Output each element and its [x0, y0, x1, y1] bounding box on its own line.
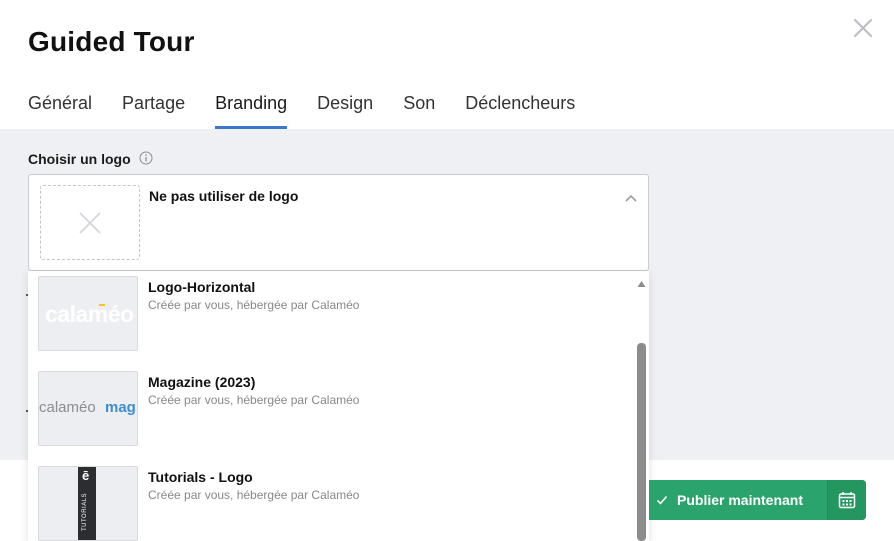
chevron-up-icon[interactable]: [625, 189, 637, 207]
logo-option[interactable]: calaméo Logo-Horizontal Créée par vous, …: [28, 271, 636, 366]
dialog-title: Guided Tour: [28, 26, 195, 57]
option-subtitle: Créée par vous, hébergée par Calaméo: [148, 393, 360, 407]
thumb-text-accent: mag: [105, 399, 136, 416]
thumb-text: calaméo: [45, 301, 134, 327]
option-subtitle: Créée par vous, hébergée par Calaméo: [148, 488, 360, 502]
scrollbar-thumb[interactable]: [637, 343, 646, 541]
schedule-button[interactable]: [828, 480, 866, 520]
no-logo-placeholder: [40, 185, 140, 260]
option-name: Magazine (2023): [148, 374, 256, 390]
logo-dropdown: calaméo Logo-Horizontal Créée par vous, …: [28, 271, 649, 541]
logo-thumbnail: calaméo: [38, 276, 138, 351]
tab-son[interactable]: Son: [403, 90, 435, 129]
tab-branding[interactable]: Branding: [215, 90, 288, 129]
option-subtitle: Créée par vous, hébergée par Calaméo: [148, 298, 360, 312]
tab-design[interactable]: Design: [317, 90, 373, 129]
tab-declencheurs[interactable]: Déclencheurs: [465, 90, 575, 129]
close-icon[interactable]: [852, 17, 874, 39]
check-icon: [656, 493, 668, 511]
thumb-strip: ē TUTORIALS: [78, 467, 96, 540]
scroll-up-arrow-icon[interactable]: [637, 275, 646, 293]
dialog-header: Guided Tour Général Partage Branding Des…: [0, 0, 894, 129]
no-logo-icon: [79, 212, 101, 234]
thumb-glyph: ē: [82, 468, 90, 483]
selected-logo-label: Ne pas utiliser de logo: [149, 188, 299, 204]
option-name: Logo-Horizontal: [148, 279, 256, 295]
info-icon[interactable]: [139, 151, 153, 165]
logo-thumbnail: calaméo mag: [38, 371, 138, 446]
option-name: Tutorials - Logo: [148, 469, 253, 485]
logo-option[interactable]: ē TUTORIALS Tutorials - Logo Créée par v…: [28, 461, 636, 541]
logo-picker-label: Choisir un logo: [28, 151, 131, 167]
tab-partage[interactable]: Partage: [122, 90, 185, 129]
tab-general[interactable]: Général: [28, 90, 92, 129]
calendar-icon: [838, 492, 856, 509]
tab-bar: Général Partage Branding Design Son Décl…: [28, 90, 575, 129]
logo-select[interactable]: Ne pas utiliser de logo: [28, 174, 649, 271]
logo-option[interactable]: calaméo mag Magazine (2023) Créée par vo…: [28, 366, 636, 461]
publish-label: Publier maintenant: [677, 492, 804, 508]
publish-button[interactable]: Publier maintenant: [649, 480, 866, 520]
publish-now-button[interactable]: Publier maintenant: [649, 480, 827, 520]
thumb-accent: [99, 304, 105, 306]
thumb-text: TUTORIALS: [82, 492, 89, 532]
thumb-text: calaméo: [39, 399, 96, 416]
logo-thumbnail: ē TUTORIALS: [38, 466, 138, 541]
